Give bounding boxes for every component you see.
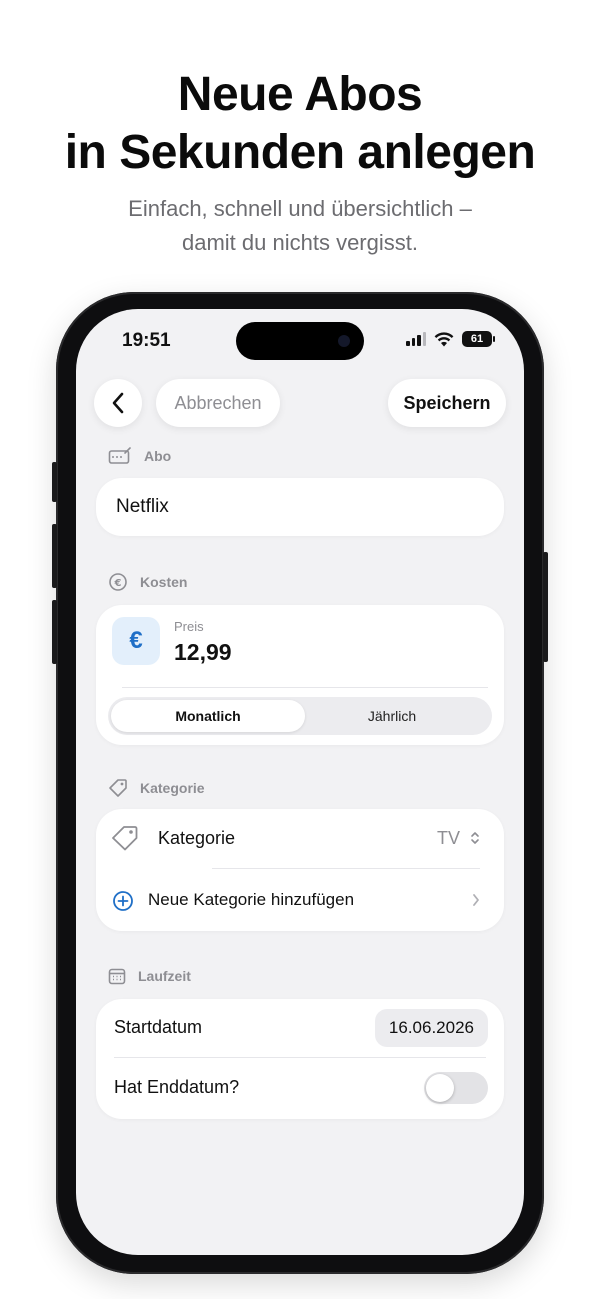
chevron-up-down-icon xyxy=(471,832,479,844)
category-picker-row[interactable]: Kategorie TV xyxy=(96,809,504,867)
hero-subtitle: Einfach, schnell und übersichtlich – dam… xyxy=(0,192,600,260)
cost-card: € Preis 12,99 Monatlich Jährlich xyxy=(96,605,504,745)
volume-down-button xyxy=(52,600,57,664)
section-abo-label: Abo xyxy=(144,448,172,464)
section-kategorie-label: Kategorie xyxy=(140,780,205,796)
camera-icon xyxy=(338,335,350,347)
end-date-label: Hat Enddatum? xyxy=(114,1077,240,1097)
toggle-knob xyxy=(426,1074,454,1102)
action-button xyxy=(52,462,57,502)
start-date-label: Startdatum xyxy=(114,1017,203,1037)
dynamic-island xyxy=(236,322,364,360)
price-input[interactable]: 12,99 xyxy=(174,639,232,666)
tag-icon xyxy=(109,779,127,797)
start-date-picker[interactable]: 16.06.2026 xyxy=(374,1009,488,1047)
section-laufzeit-label: Laufzeit xyxy=(138,968,191,984)
segment-monthly[interactable]: Monatlich xyxy=(111,700,305,732)
runtime-card: Startdatum 16.06.2026 Hat Enddatum? xyxy=(96,999,504,1119)
save-button[interactable]: Speichern xyxy=(388,379,506,427)
end-date-row: Hat Enddatum? xyxy=(96,1059,504,1117)
section-abo: Abo xyxy=(108,447,171,465)
battery-icon: 61 xyxy=(462,331,495,347)
chevron-left-icon xyxy=(112,392,124,414)
hero-subtitle-line2: damit du nichts vergisst. xyxy=(182,230,418,255)
billing-segmented-control: Monatlich Jährlich xyxy=(108,697,492,735)
end-date-toggle[interactable] xyxy=(424,1072,488,1104)
segment-yearly[interactable]: Jährlich xyxy=(295,700,489,732)
divider xyxy=(114,1057,486,1058)
status-icons: 61 xyxy=(406,331,495,347)
category-card: Kategorie TV Neue Kategorie hinzufügen xyxy=(96,809,504,931)
tag-icon xyxy=(112,826,138,851)
section-kosten: € Kosten xyxy=(108,572,187,592)
category-value: TV xyxy=(436,827,460,848)
euro-circle-icon: € xyxy=(109,573,127,591)
divider xyxy=(212,868,480,869)
price-label: Preis xyxy=(174,619,204,634)
hero-title-line2: in Sekunden anlegen xyxy=(64,126,536,179)
phone-screen: 19:51 61 Abbrechen Speichern Abo Netflix xyxy=(76,309,524,1255)
chevron-right-icon xyxy=(473,894,479,906)
plus-circle-icon xyxy=(113,891,133,911)
divider xyxy=(122,687,488,688)
section-laufzeit: Laufzeit xyxy=(108,967,191,985)
section-kategorie: Kategorie xyxy=(108,778,205,798)
hero-title-line1: Neue Abos xyxy=(177,68,423,121)
hero-title: Neue Abos in Sekunden anlegen xyxy=(0,66,600,182)
back-button[interactable] xyxy=(94,379,142,427)
add-category-row[interactable]: Neue Kategorie hinzufügen xyxy=(96,871,504,929)
cancel-button[interactable]: Abbrechen xyxy=(156,379,280,427)
hero-subtitle-line1: Einfach, schnell und übersichtlich – xyxy=(128,196,472,221)
euro-icon: € xyxy=(112,617,160,665)
category-label: Kategorie xyxy=(158,827,236,848)
section-kosten-label: Kosten xyxy=(140,574,188,590)
calendar-icon xyxy=(108,968,126,985)
card-icon xyxy=(108,447,131,464)
start-date-row: Startdatum 16.06.2026 xyxy=(96,999,504,1057)
signal-icon xyxy=(406,332,426,346)
abo-name-input[interactable]: Netflix xyxy=(96,478,504,536)
wifi-icon xyxy=(434,331,454,346)
add-category-label: Neue Kategorie hinzufügen xyxy=(148,890,355,909)
svg-text:€: € xyxy=(114,578,122,589)
volume-up-button xyxy=(52,524,57,588)
status-time: 19:51 xyxy=(122,330,171,351)
power-button xyxy=(543,552,548,662)
